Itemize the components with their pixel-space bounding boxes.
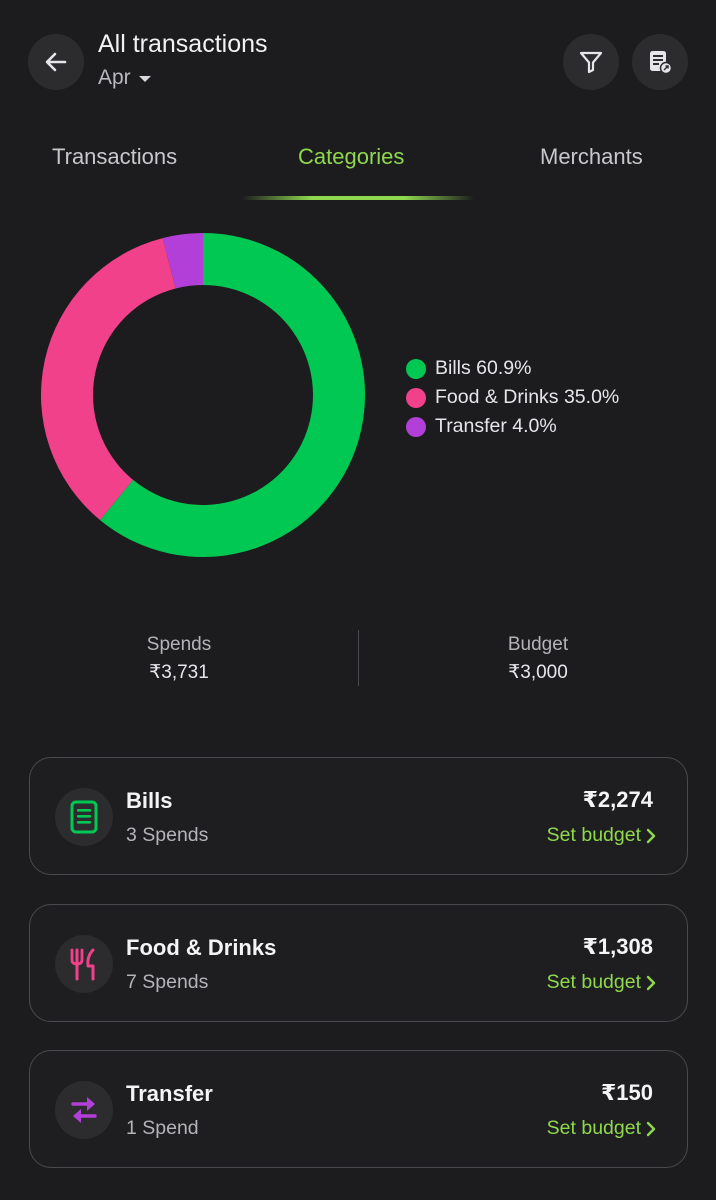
report-export-icon bbox=[650, 51, 673, 75]
back-arrow-icon bbox=[45, 52, 67, 72]
screen: All transactions Apr Transactions Catego… bbox=[0, 0, 716, 1200]
donut-slice-food-drinks bbox=[41, 238, 176, 521]
category-name: Transfer bbox=[126, 1081, 213, 1106]
month-label: Apr bbox=[98, 66, 131, 89]
spends-label: Spends bbox=[146, 634, 212, 655]
summary-divider bbox=[358, 630, 359, 686]
transfer-arrows-icon bbox=[71, 1097, 97, 1123]
category-icon-badge bbox=[55, 935, 113, 993]
legend-label-bills: Bills 60.9% bbox=[435, 357, 532, 379]
legend-item-food-drinks: Food & Drinks 35.0% bbox=[406, 383, 619, 412]
month-selector[interactable]: Apr bbox=[98, 66, 151, 90]
category-amount: ₹2,274 bbox=[582, 787, 653, 812]
category-card-bills[interactable]: Bills 3 Spends ₹2,274 Set budget bbox=[29, 757, 688, 875]
set-budget-link[interactable]: Set budget bbox=[547, 971, 657, 994]
set-budget-link[interactable]: Set budget bbox=[547, 824, 657, 847]
legend-dot-bills bbox=[406, 358, 426, 379]
chevron-right-icon bbox=[646, 828, 656, 843]
budget-value: ₹3,000 bbox=[508, 662, 568, 683]
legend-dot-food-drinks bbox=[406, 387, 426, 408]
category-icon-badge bbox=[55, 1081, 113, 1139]
set-budget-label: Set budget bbox=[546, 1117, 641, 1139]
spends-value: ₹3,731 bbox=[149, 662, 209, 683]
bill-icon bbox=[70, 800, 98, 834]
chevron-right-icon bbox=[646, 1121, 656, 1136]
legend-label-transfer: Transfer 4.0% bbox=[435, 415, 557, 437]
tab-transactions[interactable]: Transactions bbox=[52, 144, 177, 170]
category-spend-count: 7 Spends bbox=[126, 971, 209, 993]
category-name: Food & Drinks bbox=[126, 935, 277, 960]
spends-summary: Spends ₹3,731 bbox=[79, 632, 279, 688]
set-budget-label: Set budget bbox=[546, 971, 641, 993]
category-spend-count: 1 Spend bbox=[126, 1117, 199, 1139]
category-amount: ₹150 bbox=[600, 1080, 653, 1105]
budget-summary: Budget ₹3,000 bbox=[438, 632, 638, 688]
set-budget-label: Set budget bbox=[546, 824, 641, 846]
legend-dot-transfer bbox=[406, 416, 426, 437]
legend-item-bills: Bills 60.9% bbox=[406, 354, 619, 383]
legend-item-transfer: Transfer 4.0% bbox=[406, 412, 619, 441]
tab-categories[interactable]: Categories bbox=[298, 144, 404, 170]
category-card-food-drinks[interactable]: Food & Drinks 7 Spends ₹1,308 Set budget bbox=[29, 904, 688, 1022]
set-budget-link[interactable]: Set budget bbox=[547, 1117, 657, 1140]
tab-merchants[interactable]: Merchants bbox=[540, 144, 643, 170]
category-donut-chart bbox=[41, 233, 366, 557]
page-title: All transactions bbox=[98, 30, 268, 58]
filter-icon bbox=[579, 51, 603, 74]
back-button[interactable] bbox=[28, 34, 84, 90]
chart-legend: Bills 60.9% Food & Drinks 35.0% Transfer… bbox=[406, 354, 619, 441]
chevron-right-icon bbox=[646, 975, 656, 990]
caret-down-icon bbox=[138, 76, 151, 82]
category-name: Bills bbox=[126, 788, 173, 813]
category-card-transfer[interactable]: Transfer 1 Spend ₹150 Set budget bbox=[29, 1050, 688, 1168]
category-spend-count: 3 Spends bbox=[126, 824, 209, 846]
legend-label-food-drinks: Food & Drinks 35.0% bbox=[435, 386, 620, 408]
category-icon-badge bbox=[55, 788, 113, 846]
active-tab-indicator bbox=[242, 196, 474, 200]
fork-knife-icon bbox=[70, 948, 95, 981]
filter-button[interactable] bbox=[563, 34, 619, 90]
report-export-button[interactable] bbox=[632, 34, 688, 90]
category-amount: ₹1,308 bbox=[582, 934, 653, 959]
budget-label: Budget bbox=[507, 634, 569, 655]
